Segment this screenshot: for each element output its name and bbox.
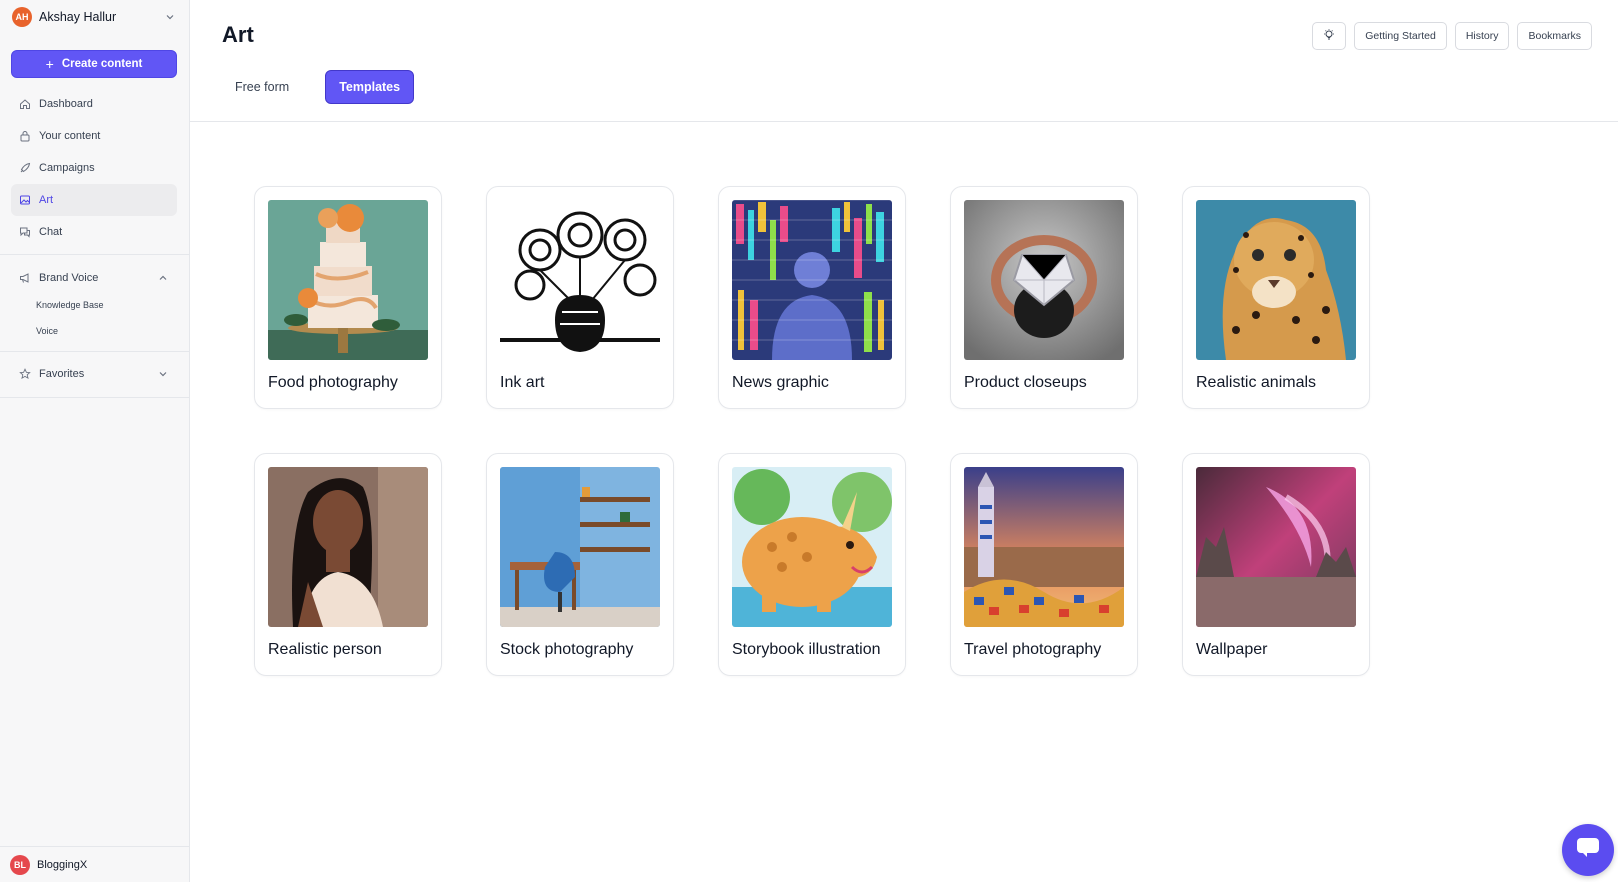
lightbulb-icon [1322, 28, 1336, 45]
sidebar-item-your-content[interactable]: Your content [11, 120, 177, 152]
create-content-label: Create content [61, 58, 143, 70]
header-divider [190, 121, 1618, 122]
favorites-section[interactable]: Favorites [11, 360, 177, 388]
wallpaper-thumbnail [1196, 467, 1356, 627]
header-actions: Getting Started History Bookmarks [1312, 22, 1592, 50]
template-label: Product closeups [964, 374, 1087, 391]
plus-icon: + [45, 56, 54, 72]
rocket-icon [18, 161, 32, 175]
template-card-news-graphic[interactable]: News graphic [718, 186, 906, 409]
tab-templates[interactable]: Templates [325, 70, 415, 104]
tab-free-form[interactable]: Free form [222, 70, 302, 104]
sidebar-divider [0, 351, 190, 352]
template-label: Travel photography [964, 641, 1102, 658]
chevron-down-icon [156, 367, 170, 381]
template-card-wallpaper[interactable]: Wallpaper [1182, 453, 1370, 676]
workspace-switcher[interactable]: BL BloggingX [0, 846, 190, 882]
template-label: Storybook illustration [732, 641, 881, 658]
ink-art-thumbnail [500, 200, 660, 360]
megaphone-icon [18, 271, 32, 285]
lock-icon [18, 129, 32, 143]
sidebar-nav: Dashboard Your content Campaigns Art Cha… [11, 88, 177, 248]
template-card-food-photography[interactable]: Food photography [254, 186, 442, 409]
template-card-product-closeups[interactable]: Product closeups [950, 186, 1138, 409]
create-content-button[interactable]: + Create content [11, 50, 177, 78]
sidebar-item-label: Campaigns [39, 162, 95, 174]
chevron-up-icon [156, 271, 170, 285]
user-menu[interactable]: AH Akshay Hallur [0, 0, 189, 34]
sidebar-item-chat[interactable]: Chat [11, 216, 177, 248]
sidebar-item-label: Your content [39, 130, 101, 142]
support-chat-button[interactable] [1562, 824, 1614, 876]
home-icon [18, 97, 32, 111]
sidebar-item-dashboard[interactable]: Dashboard [11, 88, 177, 120]
template-card-realistic-person[interactable]: Realistic person [254, 453, 442, 676]
mode-tabs: Free form Templates [222, 70, 437, 104]
sidebar-item-voice[interactable]: Voice [36, 326, 58, 336]
getting-started-button[interactable]: Getting Started [1354, 22, 1447, 50]
realistic-animals-thumbnail [1196, 200, 1356, 360]
template-label: Realistic person [268, 641, 382, 658]
sidebar-item-label: Chat [39, 226, 63, 238]
template-card-stock-photography[interactable]: Stock photography [486, 453, 674, 676]
sidebar: AH Akshay Hallur + Create content Dashbo… [0, 0, 190, 882]
food-photography-thumbnail [268, 200, 428, 360]
template-grid: Food photography Ink art News graphic Pr… [254, 186, 1370, 676]
history-button[interactable]: History [1454, 22, 1510, 50]
workspace-name: BloggingX [37, 858, 88, 871]
product-closeups-thumbnail [964, 200, 1124, 360]
image-icon [18, 193, 32, 207]
realistic-person-thumbnail [268, 467, 428, 627]
template-card-ink-art[interactable]: Ink art [486, 186, 674, 409]
template-label: News graphic [732, 374, 829, 391]
brand-voice-label: Brand Voice [39, 272, 99, 284]
page-title: Art [222, 22, 254, 47]
sidebar-divider [0, 397, 190, 398]
sidebar-item-label: Dashboard [39, 98, 93, 110]
sidebar-item-campaigns[interactable]: Campaigns [11, 152, 177, 184]
workspace-avatar: BL [10, 854, 30, 875]
star-icon [18, 367, 32, 381]
template-label: Food photography [268, 374, 398, 391]
travel-photography-thumbnail [964, 467, 1124, 627]
storybook-illustration-thumbnail [732, 467, 892, 627]
template-card-realistic-animals[interactable]: Realistic animals [1182, 186, 1370, 409]
stock-photography-thumbnail [500, 467, 660, 627]
bookmarks-button[interactable]: Bookmarks [1517, 22, 1592, 50]
template-card-storybook-illustration[interactable]: Storybook illustration [718, 453, 906, 676]
chat-bubble-icon [1576, 837, 1600, 864]
sidebar-item-label: Art [39, 194, 54, 206]
chat-icon [18, 225, 32, 239]
sidebar-item-knowledge-base[interactable]: Knowledge Base [36, 300, 104, 310]
user-name: Akshay Hallur [39, 10, 117, 24]
template-label: Ink art [500, 374, 545, 391]
sidebar-item-art[interactable]: Art [11, 184, 177, 216]
user-avatar: AH [12, 7, 32, 27]
template-label: Stock photography [500, 641, 634, 658]
template-card-travel-photography[interactable]: Travel photography [950, 453, 1138, 676]
favorites-label: Favorites [39, 368, 85, 380]
chevron-down-icon [163, 10, 177, 24]
sidebar-divider [0, 254, 190, 255]
tips-button[interactable] [1312, 22, 1347, 50]
news-graphic-thumbnail [732, 200, 892, 360]
brand-voice-section[interactable]: Brand Voice [11, 264, 177, 292]
template-label: Wallpaper [1196, 641, 1268, 658]
template-label: Realistic animals [1196, 374, 1317, 391]
